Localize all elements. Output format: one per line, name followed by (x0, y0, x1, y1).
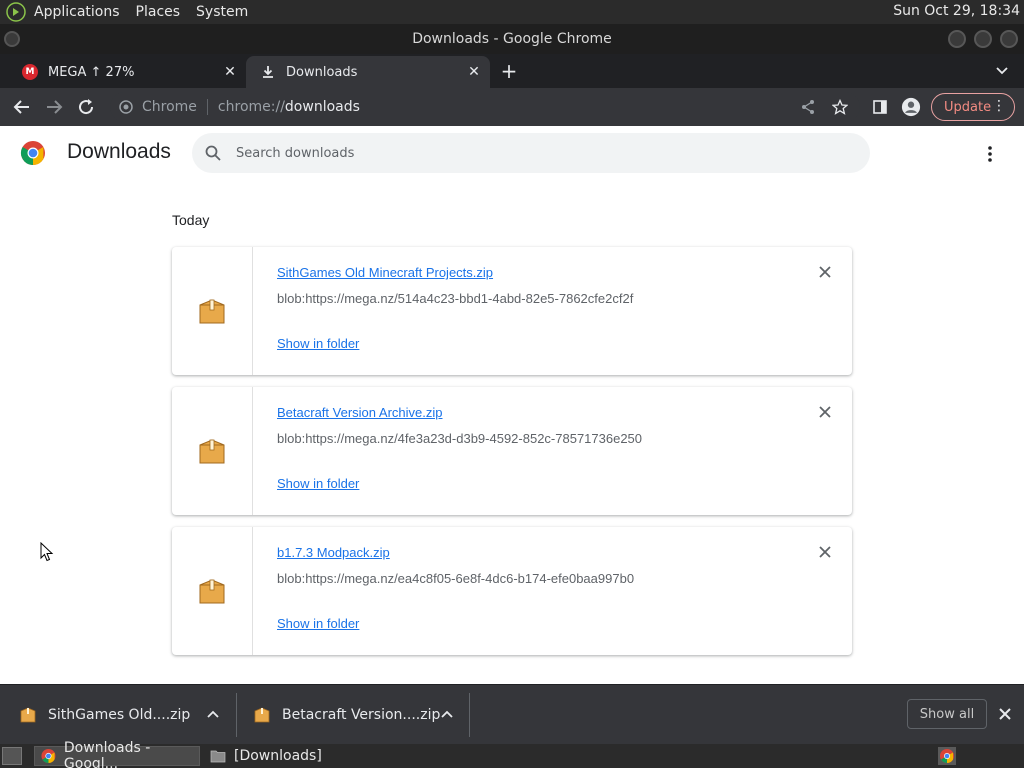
close-icon[interactable]: ✕ (222, 64, 238, 80)
download-item: b1.7.3 Modpack.zip blob:https://mega.nz/… (172, 527, 852, 655)
omnibox-chip: Chrome (142, 99, 197, 115)
chevron-up-icon[interactable] (206, 707, 220, 721)
omnibox[interactable]: Chrome chrome://downloads (110, 92, 860, 122)
download-item: SithGames Old Minecraft Projects.zip blo… (172, 247, 852, 375)
search-box[interactable] (192, 133, 870, 173)
archive-icon (199, 299, 225, 324)
close-window-button[interactable] (1000, 30, 1018, 48)
mega-icon: M (22, 64, 38, 80)
close-icon[interactable] (818, 405, 832, 419)
show-desktop-icon[interactable] (2, 747, 22, 765)
tab-downloads[interactable]: Downloads ✕ (246, 56, 490, 88)
archive-icon (199, 579, 225, 604)
top-panel: Applications Places System Sun Oct 29, 1… (0, 0, 1024, 24)
more-vert-icon[interactable]: ⋮ (992, 98, 1006, 114)
show-in-folder-link[interactable]: Show in folder (277, 336, 359, 351)
gnome-logo-icon[interactable] (6, 2, 26, 22)
page-title: Downloads (67, 140, 171, 163)
taskbar-item-folder[interactable]: [Downloads] (204, 746, 374, 766)
archive-icon (20, 707, 36, 723)
show-in-folder-link[interactable]: Show in folder (277, 476, 359, 491)
shelf-item[interactable]: Betacraft Version....zip (254, 691, 464, 739)
download-filename-link[interactable]: Betacraft Version Archive.zip (277, 405, 442, 420)
search-input[interactable] (236, 145, 836, 161)
close-icon[interactable] (818, 545, 832, 559)
bottom-panel: Downloads - Googl... [Downloads] (0, 740, 1024, 768)
shelf-item-label: Betacraft Version....zip (282, 707, 441, 723)
close-icon[interactable]: ✕ (466, 64, 482, 80)
bookmark-star-icon[interactable] (830, 97, 850, 117)
browser-toolbar: Chrome chrome://downloads Update ⋮ (0, 88, 1024, 126)
shelf-item[interactable]: SithGames Old....zip (20, 691, 230, 739)
chrome-logo-icon (20, 141, 45, 165)
file-icon-column (172, 527, 253, 655)
download-source-url: blob:https://mega.nz/514a4c23-bbd1-4abd-… (277, 291, 634, 306)
mouse-cursor-icon (40, 542, 54, 562)
close-icon[interactable] (818, 265, 832, 279)
download-filename-link[interactable]: b1.7.3 Modpack.zip (277, 545, 390, 560)
window-title: Downloads - Google Chrome (412, 31, 612, 47)
back-icon[interactable] (12, 97, 32, 117)
download-item: Betacraft Version Archive.zip blob:https… (172, 387, 852, 515)
download-shelf: SithGames Old....zip Betacraft Version..… (0, 684, 1024, 744)
download-source-url: blob:https://mega.nz/ea4c8f05-6e8f-4dc6-… (277, 571, 635, 586)
chevron-down-icon[interactable] (994, 62, 1010, 78)
shelf-item-label: SithGames Old....zip (48, 707, 191, 723)
new-tab-button[interactable]: + (498, 60, 520, 82)
tab-mega[interactable]: M MEGA ↑ 27% ✕ (8, 56, 246, 88)
window-menu-icon[interactable] (4, 31, 20, 47)
maximize-button[interactable] (974, 30, 992, 48)
show-all-button[interactable]: Show all (907, 699, 987, 729)
url-scheme: chrome:// (217, 99, 285, 115)
menu-places[interactable]: Places (136, 4, 181, 20)
shelf-divider (236, 693, 237, 737)
chrome-icon (119, 100, 133, 114)
tab-label: MEGA ↑ 27% (48, 64, 135, 80)
folder-icon (210, 750, 226, 763)
reload-icon[interactable] (76, 97, 96, 117)
window-controls (948, 30, 1018, 48)
download-icon (260, 64, 276, 80)
date-section-label: Today (172, 212, 210, 228)
file-icon-column (172, 247, 253, 375)
url-host: downloads (284, 99, 360, 115)
tab-label: Downloads (286, 64, 358, 80)
tab-strip: M MEGA ↑ 27% ✕ Downloads ✕ + (0, 54, 1024, 88)
archive-icon (254, 707, 270, 723)
download-source-url: blob:https://mega.nz/4fe3a23d-d3b9-4592-… (277, 431, 643, 446)
update-button[interactable]: Update ⋮ (931, 93, 1015, 121)
chrome-tray-icon[interactable] (938, 747, 956, 765)
downloads-header: Downloads (0, 126, 1024, 182)
download-filename-link[interactable]: SithGames Old Minecraft Projects.zip (277, 265, 493, 280)
share-icon[interactable] (798, 97, 818, 117)
close-icon[interactable] (998, 707, 1012, 721)
more-vert-icon[interactable] (982, 144, 998, 164)
menu-system[interactable]: System (196, 4, 248, 20)
forward-icon[interactable] (44, 97, 64, 117)
profile-avatar-icon[interactable] (901, 97, 921, 117)
menu-applications[interactable]: Applications (34, 4, 120, 20)
update-label: Update (944, 99, 992, 115)
side-panel-icon[interactable] (870, 97, 890, 117)
taskbar-item-label: Downloads - Googl... (63, 740, 151, 768)
minimize-button[interactable] (948, 30, 966, 48)
window-titlebar[interactable]: Downloads - Google Chrome (0, 24, 1024, 54)
search-icon (205, 145, 221, 161)
shelf-divider (469, 693, 470, 737)
omnibox-separator (206, 99, 208, 115)
chevron-up-icon[interactable] (440, 707, 454, 721)
show-in-folder-link[interactable]: Show in folder (277, 616, 359, 631)
taskbar-item-chrome[interactable]: Downloads - Googl... (34, 740, 200, 768)
clock[interactable]: Sun Oct 29, 18:34 (893, 3, 1020, 19)
file-icon-column (172, 387, 253, 515)
chrome-logo-icon (41, 749, 56, 763)
archive-icon (199, 439, 225, 464)
taskbar-item-label: [Downloads] (234, 748, 322, 764)
